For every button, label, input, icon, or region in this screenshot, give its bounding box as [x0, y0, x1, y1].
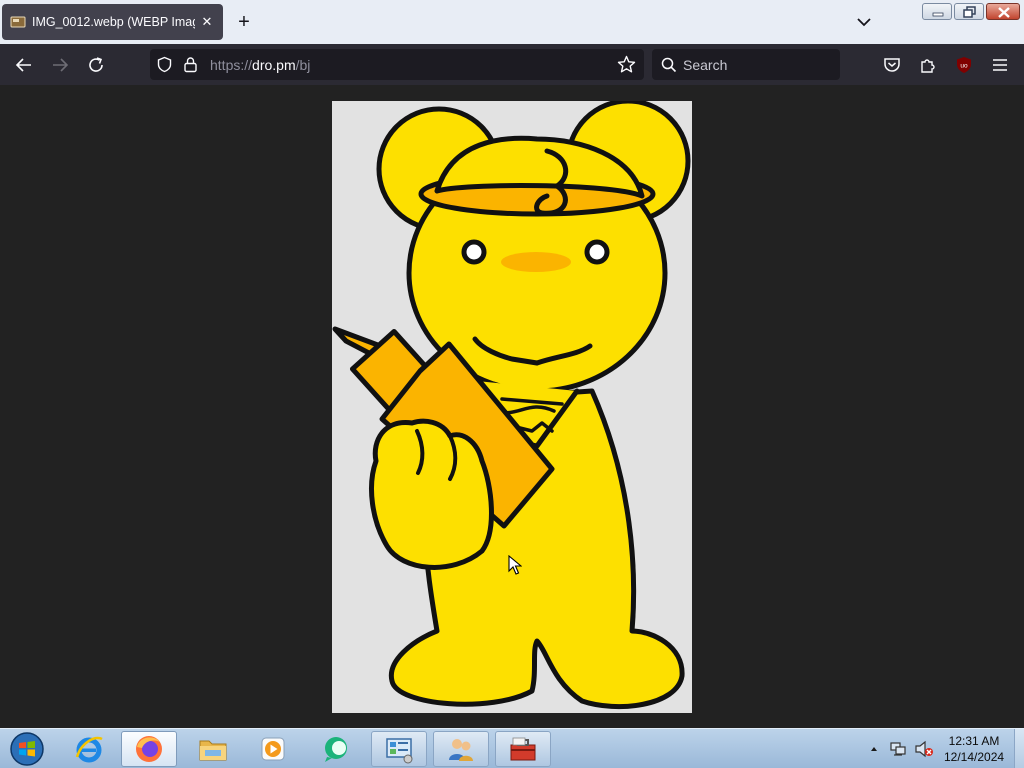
reload-button[interactable]: [83, 52, 109, 78]
taskbar: 12:31 AM 12/14/2024: [0, 728, 1024, 768]
menu-button[interactable]: [987, 52, 1013, 78]
chat-bubble-icon: [325, 737, 347, 762]
mouse-cursor-icon: [508, 555, 522, 575]
pocket-button[interactable]: [879, 52, 905, 78]
restore-button[interactable]: [954, 3, 984, 20]
search-placeholder: Search: [683, 57, 728, 73]
clock-time: 12:31 AM: [948, 734, 1000, 748]
puzzle-piece-icon: [921, 59, 935, 73]
toolbox-icon: [510, 737, 536, 761]
forward-arrow-icon: [53, 58, 69, 72]
control-panel-icon: [386, 738, 413, 764]
taskbar-control-panel[interactable]: [371, 731, 427, 767]
close-window-button[interactable]: [986, 3, 1020, 20]
url-text[interactable]: https://dro.pm/bj: [210, 57, 310, 73]
window-controls: [922, 3, 1020, 20]
address-bar[interactable]: https://dro.pm/bj: [150, 49, 644, 80]
image-file-icon: [10, 16, 26, 28]
tab-strip: IMG_0012.webp (WEBP Image, ✕ +: [0, 0, 1024, 44]
users-icon: [449, 739, 473, 761]
folder-icon: [199, 740, 227, 761]
url-path: /bj: [295, 57, 311, 73]
taskbar-media-player[interactable]: [245, 731, 301, 767]
url-scheme: https://: [210, 57, 253, 73]
taskbar-file-explorer[interactable]: [185, 731, 241, 767]
search-bar[interactable]: Search: [652, 49, 840, 80]
tab-title: IMG_0012.webp (WEBP Image,: [32, 15, 195, 29]
taskbar-chat-app[interactable]: [309, 731, 365, 767]
system-clock[interactable]: 12:31 AM 12/14/2024: [944, 733, 1004, 765]
hamburger-menu-icon: [993, 59, 1007, 71]
page-content: [0, 85, 1024, 728]
reload-icon: [89, 57, 103, 72]
bookmark-star-icon[interactable]: [617, 55, 636, 74]
ublock-shield-icon: uo: [957, 57, 971, 73]
yellow-bear-illustration: [332, 101, 691, 710]
navigation-toolbar: https://dro.pm/bj Search uo: [0, 44, 1024, 85]
ublock-badge-text: uo: [960, 63, 968, 70]
minimize-icon: [932, 12, 944, 17]
search-icon: [661, 57, 677, 73]
taskbar-toolbox-app[interactable]: [495, 731, 551, 767]
extensions-button[interactable]: [915, 52, 941, 78]
url-host: dro.pm: [252, 57, 296, 73]
back-button[interactable]: [11, 52, 37, 78]
shield-icon[interactable]: [156, 56, 173, 73]
displayed-image: [332, 101, 692, 713]
new-tab-button[interactable]: +: [232, 10, 256, 34]
tab-close-icon[interactable]: ✕: [199, 14, 215, 30]
lock-icon[interactable]: [183, 56, 198, 73]
forward-button[interactable]: [47, 52, 73, 78]
taskbar-internet-explorer[interactable]: [61, 731, 117, 767]
minimize-button[interactable]: [922, 3, 952, 20]
taskbar-firefox[interactable]: [121, 731, 177, 767]
tab-active[interactable]: IMG_0012.webp (WEBP Image, ✕: [2, 4, 223, 40]
close-icon: [998, 7, 1010, 18]
back-arrow-icon: [15, 58, 31, 72]
start-button[interactable]: [2, 731, 52, 767]
windows-start-orb-icon: [10, 732, 44, 766]
restore-icon: [963, 6, 976, 18]
internet-explorer-icon: [75, 736, 103, 763]
pocket-icon: [884, 58, 900, 72]
show-hidden-icons-icon[interactable]: [869, 744, 879, 754]
clock-date: 12/14/2024: [944, 750, 1005, 764]
ublock-button[interactable]: uo: [951, 52, 977, 78]
media-player-icon: [261, 737, 285, 761]
taskbar-users-app[interactable]: [433, 731, 489, 767]
volume-muted-icon[interactable]: [914, 740, 934, 758]
show-desktop-button[interactable]: [1014, 729, 1024, 768]
chevron-down-icon[interactable]: [852, 12, 876, 32]
network-icon[interactable]: [889, 740, 907, 758]
firefox-icon: [136, 736, 162, 762]
